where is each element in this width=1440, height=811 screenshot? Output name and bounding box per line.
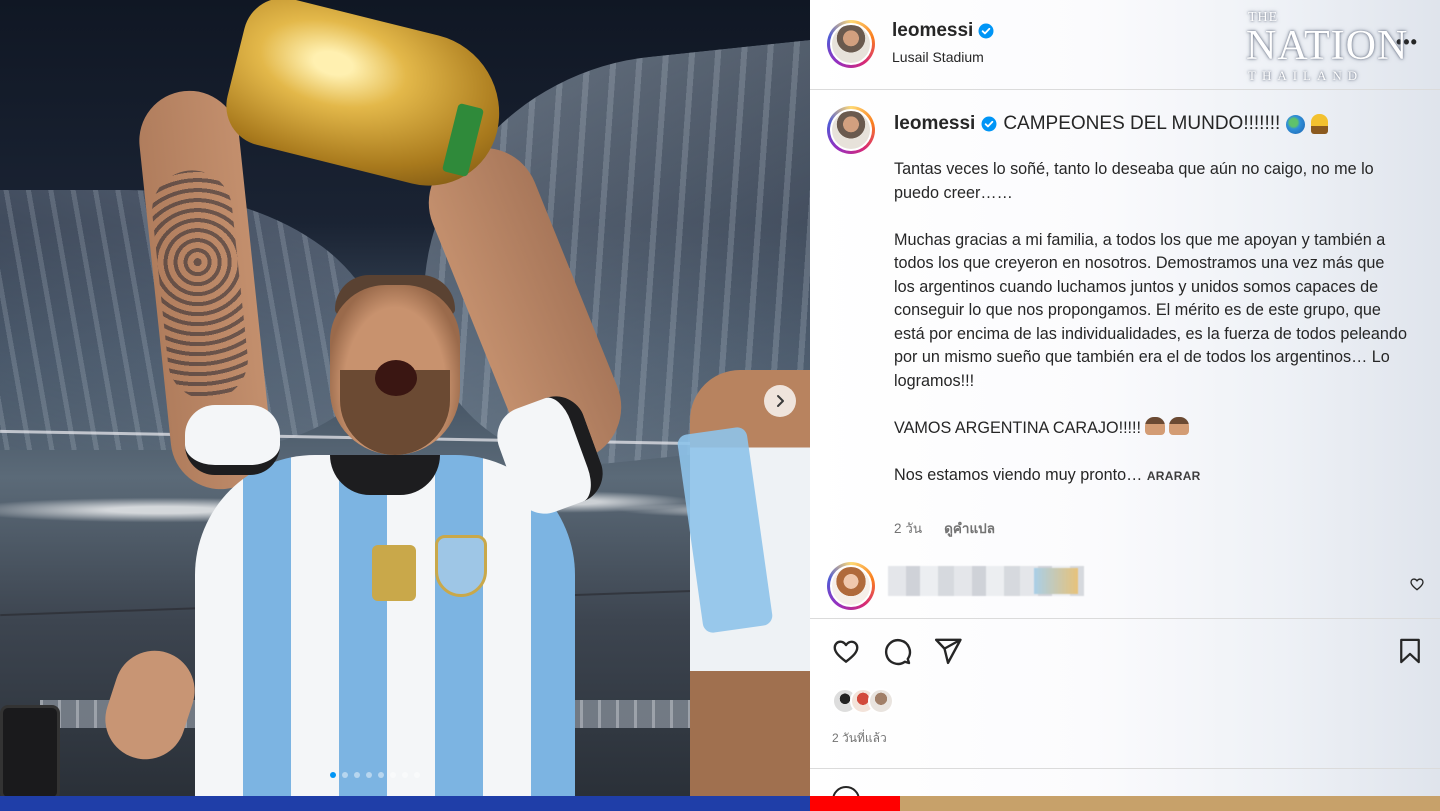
caption-paragraph-last: Nos estamos viendo muy pronto… ARARAR [894,464,1409,489]
commenter-photo [830,565,872,607]
carousel-dot [366,772,372,778]
champions-badge [372,545,416,601]
broadcast-bar-red [810,796,900,811]
caption-vamos-text: VAMOS ARGENTINA CARAJO!!!!! [894,418,1142,437]
chevron-right-icon [777,395,784,407]
carousel-dot [414,772,420,778]
carousel-dot [390,772,396,778]
caption-tag: ARARAR [1146,468,1201,483]
broadcast-bar-blue [0,796,810,811]
caption-paragraph: Muchas gracias a mi familia, a todos los… [894,230,1407,390]
caption-paragraph: Tantas veces lo soñé, tanto lo deseaba q… [894,160,1374,202]
caption-paragraph-vamos: VAMOS ARGENTINA CARAJO!!!!! [894,416,1409,441]
trophy-emoji-icon [1311,114,1329,134]
the-nation-logo: THE NATION THAILAND [1246,10,1416,83]
carousel-dot [402,772,408,778]
logo-thailand: THAILAND [1248,68,1364,83]
carousel-dot [354,772,360,778]
caption-header: leomessi CAMPEONES DEL MUNDO!!!!!!! [894,113,1329,135]
header-divider [810,89,1440,90]
post-photo[interactable] [0,0,810,796]
actions-divider [810,618,1440,619]
globe-emoji-icon [1286,114,1306,134]
comment-icon[interactable] [882,636,912,666]
fan-hand [94,640,206,770]
player-mouth [375,360,417,396]
heart-icon[interactable] [831,636,861,666]
blurred-comment [888,566,1084,596]
comment-input-divider [810,768,1440,769]
caption-body: Tantas veces lo soñé, tanto lo deseaba q… [894,158,1409,512]
caption-avatar[interactable] [827,106,875,154]
world-cup-trophy [217,0,517,201]
raised-hands-emoji-icon [1145,416,1166,435]
carousel-dot [330,772,336,778]
blurred-comment-tint [1034,568,1078,594]
caption-meta: 2 วัน ดูคำแปล [894,517,995,539]
share-icon[interactable] [933,636,963,666]
bookmark-icon[interactable] [1396,636,1424,666]
caption-age[interactable]: 2 วัน [894,517,922,539]
carousel-indicator [330,772,420,778]
verified-badge-icon [978,23,994,39]
raised-hands-emoji-icon [1169,416,1190,435]
header-username-row[interactable]: leomessi [892,20,994,42]
broadcast-bar-tan [900,796,1440,811]
liker-avatar[interactable] [868,688,894,714]
carousel-dot [378,772,384,778]
carousel-next-button[interactable] [764,385,796,417]
profile-photo [830,109,872,151]
header-location[interactable]: Lusail Stadium [892,49,984,65]
caption-username[interactable]: leomessi [894,113,975,135]
verified-badge-icon [981,116,997,132]
translate-link[interactable]: ดูคำแปล [944,517,995,539]
afa-crest [435,535,487,597]
comment-like-heart-icon[interactable] [1409,576,1425,592]
fan-phone [0,705,60,796]
header-avatar[interactable] [827,20,875,68]
caption-closing-text: Nos estamos viendo muy pronto… [894,465,1143,484]
liked-by-avatars[interactable] [832,688,894,714]
header-username[interactable]: leomessi [892,20,973,42]
logo-nation: NATION [1246,23,1409,69]
jersey-left-sleeve [185,405,280,475]
commenter-avatar[interactable] [827,562,875,610]
player-jersey [195,455,575,796]
profile-photo [830,23,872,65]
post-timestamp[interactable]: 2 วันที่แล้ว [832,729,887,748]
caption-title: CAMPEONES DEL MUNDO!!!!!!! [1003,113,1281,134]
carousel-dot [342,772,348,778]
